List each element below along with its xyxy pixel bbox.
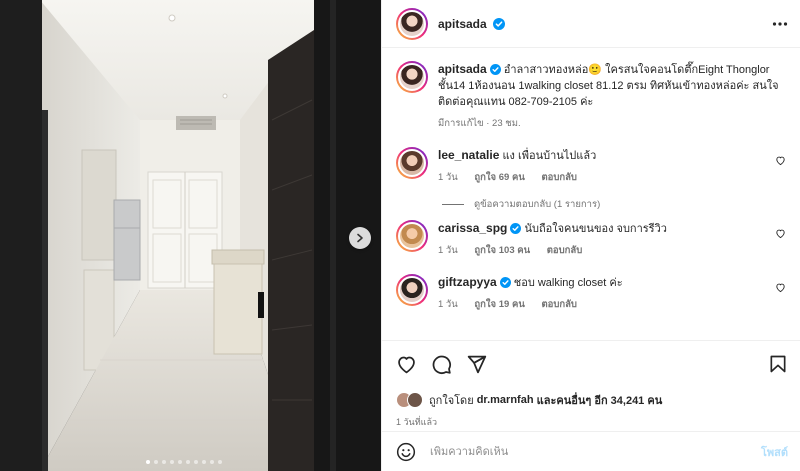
caption-username[interactable]: apitsada <box>438 62 487 76</box>
emoji-icon[interactable] <box>396 442 416 462</box>
verified-badge-icon <box>499 277 511 288</box>
view-replies-line <box>442 204 464 205</box>
like-heart-icon[interactable] <box>396 354 417 375</box>
carousel-dot <box>202 460 206 464</box>
comment-item: giftzapyya ชอบ walking closet ค่ะ 1 วัน … <box>396 274 786 312</box>
post-time-ago[interactable]: 1 วันที่แล้ว <box>396 415 788 429</box>
comment-like-heart-icon[interactable] <box>775 282 786 293</box>
carousel-dot <box>154 460 158 464</box>
comment-time[interactable]: 1 วัน <box>438 172 458 183</box>
comment-like-heart-icon[interactable] <box>775 228 786 239</box>
instagram-post-modal: apitsada apitsada อำลาสาวทองหล่อ🙂 ใครสนใ… <box>0 0 800 471</box>
carousel-dot <box>178 460 182 464</box>
comment-likes[interactable]: ถูกใจ 69 คน <box>474 172 524 183</box>
post-side-panel: apitsada apitsada อำลาสาวทองหล่อ🙂 ใครสนใ… <box>381 0 800 471</box>
commenter-username[interactable]: carissa_spg <box>438 221 507 235</box>
commenter-avatar[interactable] <box>396 220 428 252</box>
liker-avatar <box>407 392 423 408</box>
comment-like-heart-icon[interactable] <box>775 155 786 166</box>
author-avatar[interactable] <box>396 7 428 40</box>
likes-prefix: ถูกใจโดย <box>429 395 474 407</box>
commenter-username[interactable]: lee_natalie <box>438 148 499 162</box>
carousel-next-button[interactable] <box>349 227 371 249</box>
post-actions: ถูกใจโดย dr.marnfah และคนอื่นๆ อีก 34,24… <box>382 340 800 429</box>
likes-others[interactable]: และคนอื่นๆ อีก 34,241 คน <box>537 391 663 409</box>
comment-item: lee_natalie แง เพื่อนบ้านไปแล้ว 1 วัน ถู… <box>396 147 786 185</box>
verified-badge-icon <box>492 17 505 30</box>
liker-avatars <box>396 392 423 408</box>
verified-badge-icon <box>510 223 522 234</box>
commenter-avatar[interactable] <box>396 147 428 179</box>
commenter-username[interactable]: giftzapyya <box>438 275 497 289</box>
carousel-dot <box>210 460 214 464</box>
comment-time[interactable]: 1 วัน <box>438 299 458 310</box>
carousel-dot <box>194 460 198 464</box>
author-username[interactable]: apitsada <box>438 17 487 31</box>
caption: apitsada อำลาสาวทองหล่อ🙂 ใครสนใจคอนโดตึ๊… <box>396 61 786 131</box>
comment-text: แง เพื่อนบ้านไปแล้ว <box>502 150 597 162</box>
comment-text: ชอบ walking closet ค่ะ <box>513 277 623 289</box>
comment-item: carissa_spg นับถือใจคนขนของ จบการรีวิว 1… <box>396 220 786 258</box>
carousel-dot <box>218 460 222 464</box>
likes-user[interactable]: dr.marnfah <box>477 394 534 406</box>
carousel-dot <box>170 460 174 464</box>
comment-icon[interactable] <box>431 354 452 375</box>
carousel-dot <box>186 460 190 464</box>
comments-list[interactable]: apitsada อำลาสาวทองหล่อ🙂 ใครสนใจคอนโดตึ๊… <box>382 49 800 339</box>
reply-button[interactable]: ตอบกลับ <box>541 299 577 310</box>
save-bookmark-icon[interactable] <box>768 354 788 374</box>
more-options-icon[interactable] <box>772 16 788 32</box>
likes-summary: ถูกใจโดย dr.marnfah และคนอื่นๆ อีก 34,24… <box>396 391 788 409</box>
post-media[interactable] <box>0 0 381 471</box>
comment-text: นับถือใจคนขนของ จบการรีวิว <box>524 223 667 235</box>
reply-button[interactable]: ตอบกลับ <box>541 172 577 183</box>
commenter-avatar[interactable] <box>396 274 428 306</box>
caption-meta: มีการแก้ไข · 23 ชม. <box>438 118 521 129</box>
comment-input[interactable] <box>430 445 761 458</box>
caption-avatar[interactable] <box>396 61 428 93</box>
comment-composer: โพสต์ <box>382 431 800 471</box>
carousel-dot <box>162 460 166 464</box>
chevron-right-icon <box>357 233 363 243</box>
carousel-dot <box>146 460 150 464</box>
comment-likes[interactable]: ถูกใจ 19 คน <box>474 299 524 310</box>
comment-time[interactable]: 1 วัน <box>438 245 458 256</box>
share-send-icon[interactable] <box>466 354 487 375</box>
view-replies-label: ดูข้อความตอบกลับ (1 รายการ) <box>474 199 601 210</box>
reply-button[interactable]: ตอบกลับ <box>547 245 583 256</box>
post-header: apitsada <box>382 0 800 48</box>
post-comment-button[interactable]: โพสต์ <box>761 443 788 461</box>
comment-likes[interactable]: ถูกใจ 103 คน <box>474 245 530 256</box>
condo-hallway-photo <box>0 0 381 471</box>
verified-badge-icon <box>489 64 501 75</box>
carousel-indicator <box>146 460 222 464</box>
view-replies-button[interactable]: ดูข้อความตอบกลับ (1 รายการ) <box>442 197 786 212</box>
